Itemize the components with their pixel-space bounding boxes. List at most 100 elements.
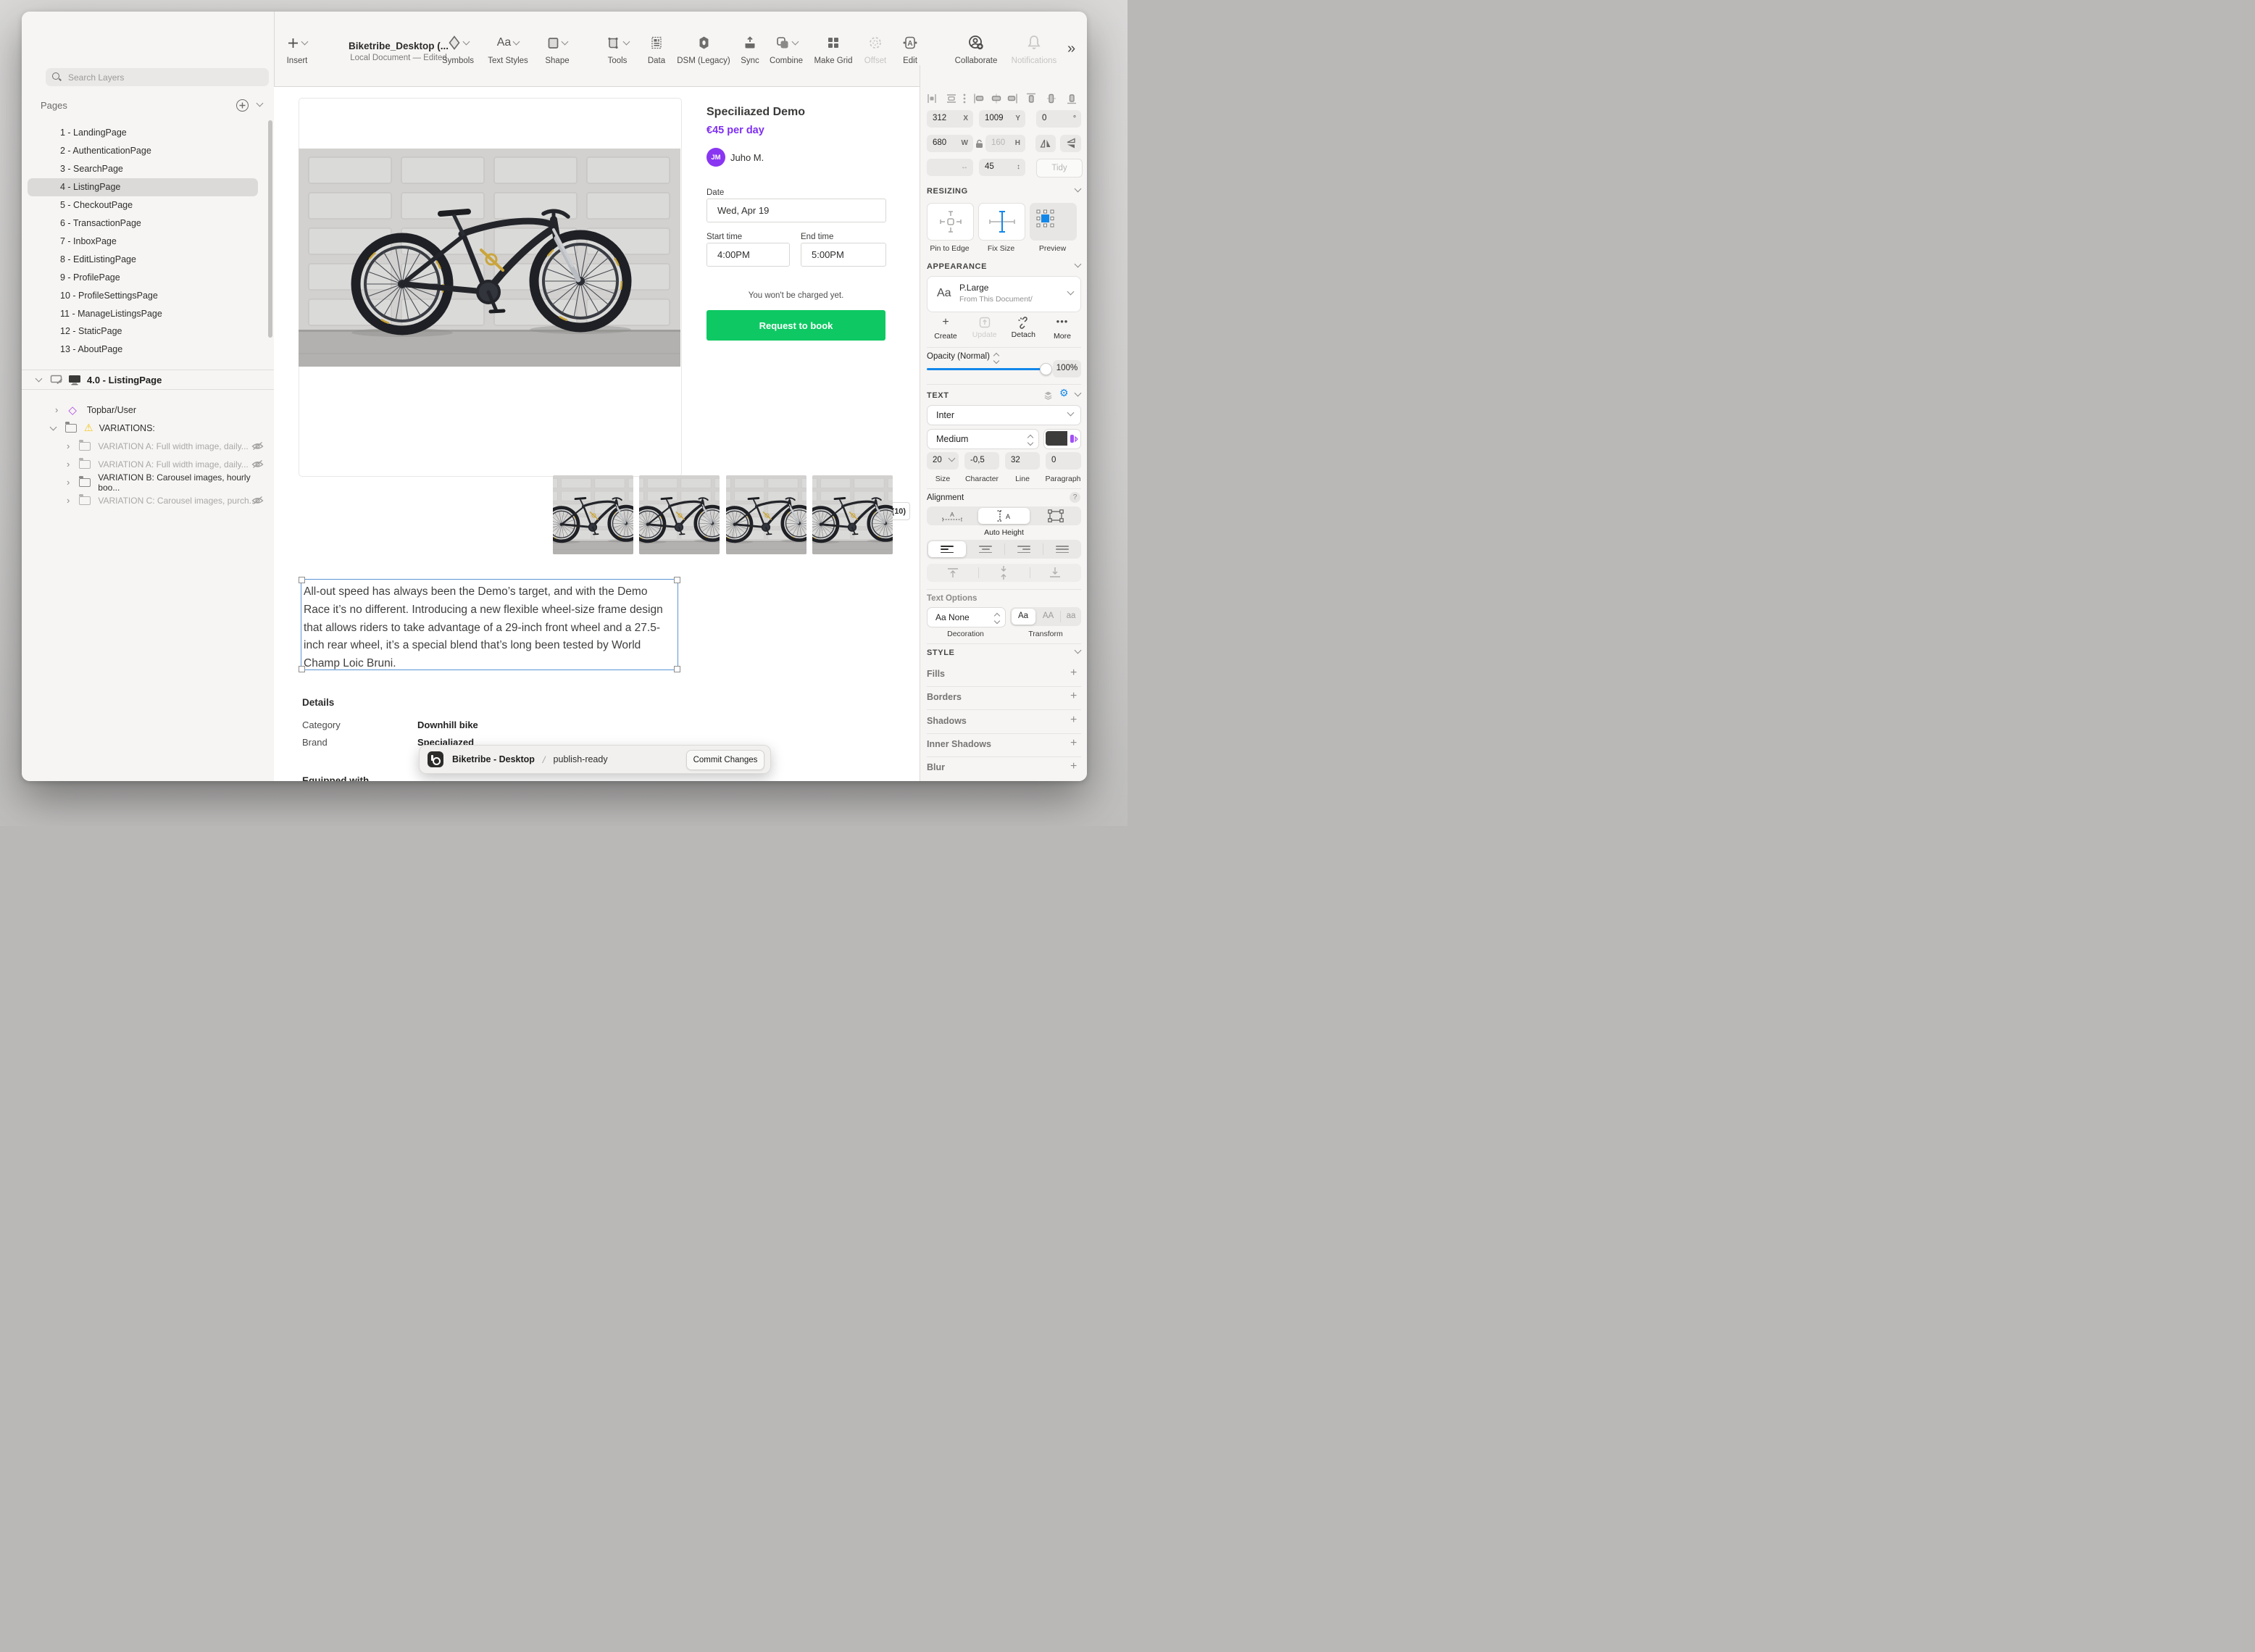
- search-input[interactable]: Search Layers: [46, 68, 269, 86]
- description-textbox-selected[interactable]: All-out speed has always been the Demo’s…: [301, 579, 678, 670]
- style-create-button[interactable]: +Create: [927, 316, 964, 341]
- page-item[interactable]: 8 - EditListingPage: [28, 251, 258, 269]
- toolbar-data[interactable]: Data: [636, 33, 677, 65]
- line-height-field[interactable]: 32: [1005, 452, 1040, 470]
- font-size-field[interactable]: 20: [927, 452, 959, 470]
- artboard-collapse-chevron-icon[interactable]: [36, 375, 43, 383]
- eye-hidden-icon[interactable]: [251, 459, 264, 469]
- expand-chevron-icon[interactable]: ›: [67, 477, 70, 488]
- text-settings-gear-icon[interactable]: ⚙: [1059, 387, 1069, 399]
- appearance-collapse-chevron-icon[interactable]: [1075, 261, 1082, 268]
- layer-variation-a1[interactable]: › VARIATION A: Full width image, daily..…: [22, 437, 274, 455]
- opacity-slider-knob[interactable]: [1040, 363, 1052, 375]
- page-item[interactable]: 3 - SearchPage: [28, 160, 258, 178]
- align-justify-icon[interactable]: [1056, 546, 1069, 553]
- preview-option[interactable]: [1030, 203, 1077, 241]
- toolbar-shape[interactable]: Shape: [535, 33, 580, 65]
- toolbar-more-chevrons[interactable]: »: [1067, 41, 1075, 57]
- design-canvas[interactable]: View photos (10): [274, 87, 920, 781]
- pin-to-edge-option[interactable]: [927, 203, 974, 241]
- expand-chevron-icon[interactable]: ›: [67, 441, 70, 451]
- eye-hidden-icon[interactable]: [251, 496, 264, 505]
- font-family-select[interactable]: Inter: [927, 405, 1081, 425]
- host-avatar[interactable]: JM: [706, 148, 725, 167]
- opacity-value-field[interactable]: 100%: [1053, 360, 1081, 377]
- vertical-align-segmented[interactable]: [927, 564, 1081, 582]
- photo-thumbnail[interactable]: [726, 475, 806, 554]
- layer-variation-b[interactable]: › VARIATION B: Carousel images, hourly b…: [22, 473, 274, 491]
- page-item[interactable]: 13 - AboutPage: [28, 341, 258, 359]
- toolbar-collaborate[interactable]: Collaborate: [951, 33, 1001, 65]
- add-shadow-button[interactable]: +: [1070, 714, 1077, 727]
- text-styles-layers-icon[interactable]: [1043, 391, 1054, 401]
- sizing-behavior-segmented[interactable]: A A: [927, 506, 1081, 525]
- text-color-control[interactable]: [1043, 429, 1081, 449]
- toolbar-dsm-legacy[interactable]: DSM (Legacy): [675, 33, 733, 65]
- shared-style-selector[interactable]: Aa P.Large From This Document/: [927, 276, 1081, 312]
- transform-uppercase-option[interactable]: AA: [1036, 612, 1060, 620]
- alignment-help-button[interactable]: ?: [1070, 492, 1080, 503]
- add-fill-button[interactable]: +: [1070, 667, 1077, 680]
- transform-none-option[interactable]: Aa: [1010, 612, 1036, 620]
- x-field[interactable]: 312X: [927, 110, 973, 128]
- end-time-input[interactable]: 5:00PM: [801, 243, 886, 267]
- horizontal-spacing-field[interactable]: ↔: [927, 159, 973, 176]
- toolbar-text-styles[interactable]: Aa Text Styles: [483, 33, 533, 65]
- blend-mode-stepper[interactable]: [994, 354, 999, 363]
- photo-thumbnail[interactable]: [812, 475, 893, 554]
- pages-collapse-chevron-icon[interactable]: [257, 100, 264, 107]
- height-field[interactable]: 160H: [985, 135, 1025, 152]
- style-detach-button[interactable]: Detach: [1004, 316, 1042, 341]
- layer-topbar-user[interactable]: › ◇ Topbar/User: [22, 401, 274, 419]
- layer-topbar-user[interactable]: [22, 383, 274, 401]
- page-item[interactable]: 10 - ProfileSettingsPage: [28, 287, 258, 305]
- page-item[interactable]: 2 - AuthenticationPage: [28, 142, 258, 160]
- style-more-button[interactable]: •••More: [1043, 316, 1081, 341]
- commit-changes-button[interactable]: Commit Changes: [686, 750, 764, 770]
- transform-lowercase-option[interactable]: aa: [1061, 612, 1081, 620]
- page-item[interactable]: 6 - TransactionPage: [28, 214, 258, 233]
- layer-variations-group[interactable]: ⚠ VARIATIONS:: [22, 419, 274, 437]
- character-spacing-field[interactable]: -0,5: [964, 452, 999, 470]
- page-item[interactable]: 12 - StaticPage: [28, 322, 258, 341]
- width-field[interactable]: 680W: [927, 135, 973, 152]
- photo-thumbnail[interactable]: [553, 475, 633, 554]
- align-center-icon[interactable]: [979, 546, 992, 553]
- add-blur-button[interactable]: +: [1070, 760, 1077, 773]
- layer-variation-c[interactable]: › VARIATION C: Carousel images, purch...: [22, 491, 274, 509]
- transform-segmented[interactable]: Aa AA aa: [1010, 607, 1081, 626]
- toolbar-edit[interactable]: A Edit: [893, 33, 928, 65]
- opacity-slider-track[interactable]: [927, 368, 1046, 370]
- text-align-segmented[interactable]: [927, 540, 1081, 559]
- eye-hidden-icon[interactable]: [251, 441, 264, 451]
- add-page-button[interactable]: [236, 99, 249, 112]
- toolbar-make-grid[interactable]: Make Grid: [809, 33, 858, 65]
- lock-icon[interactable]: [975, 139, 983, 149]
- page-item[interactable]: 1 - LandingPage: [28, 124, 258, 142]
- selection-handle[interactable]: [674, 577, 680, 583]
- page-item[interactable]: 7 - InboxPage: [28, 233, 258, 251]
- toolbar-combine[interactable]: Combine: [762, 33, 810, 65]
- align-right-icon[interactable]: [1017, 546, 1030, 553]
- toolbar-symbols[interactable]: Symbols: [436, 33, 480, 65]
- flip-vertical-button[interactable]: [1060, 135, 1081, 152]
- selection-handle[interactable]: [299, 577, 305, 583]
- toolbar-tools[interactable]: Tools: [596, 33, 638, 65]
- expand-chevron-icon[interactable]: ›: [67, 459, 70, 470]
- date-input[interactable]: Wed, Apr 19: [706, 199, 886, 222]
- layer-variation-a2[interactable]: › VARIATION A: Full width image, daily..…: [22, 455, 274, 473]
- paragraph-spacing-field[interactable]: 0: [1046, 452, 1081, 470]
- resizing-collapse-chevron-icon[interactable]: [1075, 185, 1082, 193]
- decoration-select[interactable]: Aa None: [927, 607, 1006, 627]
- request-to-book-button[interactable]: Request to book: [706, 310, 885, 341]
- font-weight-select[interactable]: Medium: [927, 429, 1039, 449]
- start-time-input[interactable]: 4:00PM: [706, 243, 790, 267]
- page-item[interactable]: 5 - CheckoutPage: [28, 196, 258, 214]
- text-collapse-chevron-icon[interactable]: [1075, 390, 1082, 397]
- rotation-field[interactable]: 0°: [1036, 110, 1081, 128]
- expand-chevron-icon[interactable]: ›: [55, 404, 58, 415]
- page-item[interactable]: 11 - ManageListingsPage: [28, 305, 258, 323]
- add-border-button[interactable]: +: [1070, 690, 1077, 703]
- selection-handle[interactable]: [674, 666, 680, 672]
- toolbar-insert[interactable]: Insert: [277, 33, 317, 65]
